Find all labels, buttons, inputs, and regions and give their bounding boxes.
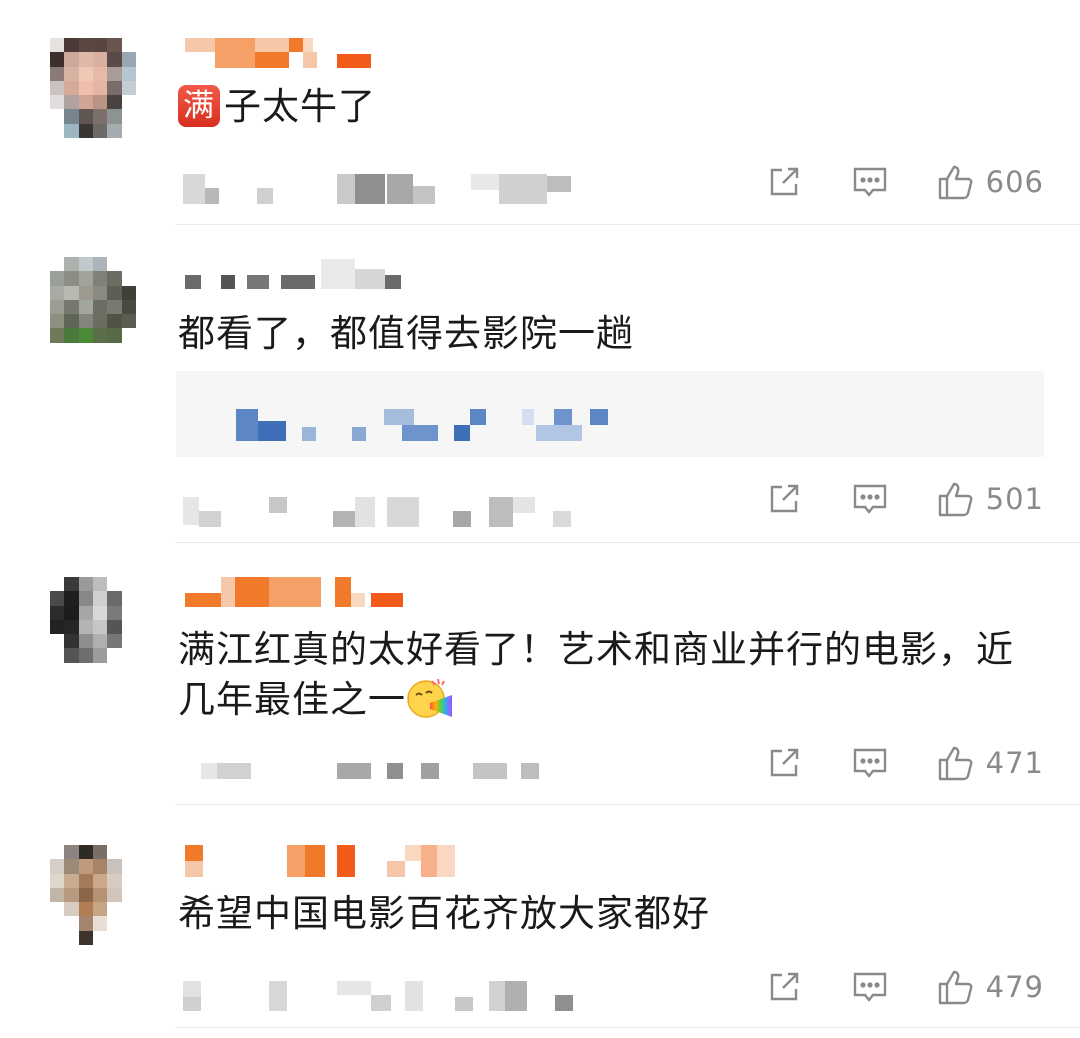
like-button[interactable]: 606 <box>936 162 1044 202</box>
quoted-reply-redacted[interactable] <box>176 371 1044 457</box>
comment-actions: 471 <box>764 741 1044 785</box>
comment-actions: 501 <box>764 477 1044 521</box>
username-redacted[interactable] <box>185 38 385 76</box>
comment-meta-redacted <box>183 491 583 531</box>
comment-body-line1: 满江红真的太好看了！艺术和商业并行的电影，近 <box>178 628 1014 671</box>
username-redacted[interactable] <box>185 845 485 883</box>
comment-text: 都看了，都值得去影院一趟 <box>178 312 634 355</box>
share-icon[interactable] <box>764 479 804 519</box>
comment-icon[interactable] <box>850 479 890 519</box>
thumbs-up-icon[interactable] <box>936 479 976 519</box>
comment-actions: 606 <box>764 160 1044 204</box>
share-icon[interactable] <box>764 743 804 783</box>
comment-item: 希望中国电影百花齐放大家都好 479 <box>0 805 1080 1038</box>
comment-item: 满子太牛了 606 <box>0 0 1080 225</box>
like-count: 501 <box>985 482 1044 516</box>
thumbs-up-icon[interactable] <box>936 743 976 783</box>
like-button[interactable]: 471 <box>936 743 1044 783</box>
like-button[interactable]: 479 <box>936 967 1044 1007</box>
avatar[interactable] <box>50 577 136 677</box>
thumbs-up-icon[interactable] <box>936 162 976 202</box>
comment-text: 满子太牛了 <box>178 82 1040 132</box>
share-icon[interactable] <box>764 967 804 1007</box>
comment-icon[interactable] <box>850 162 890 202</box>
comment-meta-redacted <box>183 975 583 1015</box>
comment-body-line2: 几年最佳之一 <box>178 678 406 721</box>
comment-item: 都看了，都值得去影院一趟 501 <box>0 225 1080 543</box>
avatar[interactable] <box>50 257 136 357</box>
comment-body: 子太牛了 <box>224 85 376 128</box>
like-count: 471 <box>985 746 1044 780</box>
rainbow-vomit-emoji-icon <box>406 675 454 723</box>
avatar[interactable] <box>50 845 136 945</box>
like-count: 606 <box>985 165 1044 199</box>
divider <box>175 1027 1080 1028</box>
username-redacted[interactable] <box>185 577 415 615</box>
avatar[interactable] <box>50 38 136 138</box>
comment-meta-redacted <box>183 755 583 795</box>
comment-icon[interactable] <box>850 967 890 1007</box>
comment-text: 希望中国电影百花齐放大家都好 <box>178 892 710 935</box>
comment-icon[interactable] <box>850 743 890 783</box>
badge-icon: 满 <box>178 84 220 127</box>
username-redacted[interactable] <box>185 259 415 297</box>
like-count: 479 <box>985 970 1044 1004</box>
comment-item: 满江红真的太好看了！艺术和商业并行的电影，近 几年最佳之一 471 <box>0 543 1080 805</box>
thumbs-up-icon[interactable] <box>936 967 976 1007</box>
comment-actions: 479 <box>764 965 1044 1009</box>
like-button[interactable]: 501 <box>936 479 1044 519</box>
comment-meta-redacted <box>183 170 583 210</box>
comment-text: 满江红真的太好看了！艺术和商业并行的电影，近 几年最佳之一 <box>178 625 1040 726</box>
share-icon[interactable] <box>764 162 804 202</box>
